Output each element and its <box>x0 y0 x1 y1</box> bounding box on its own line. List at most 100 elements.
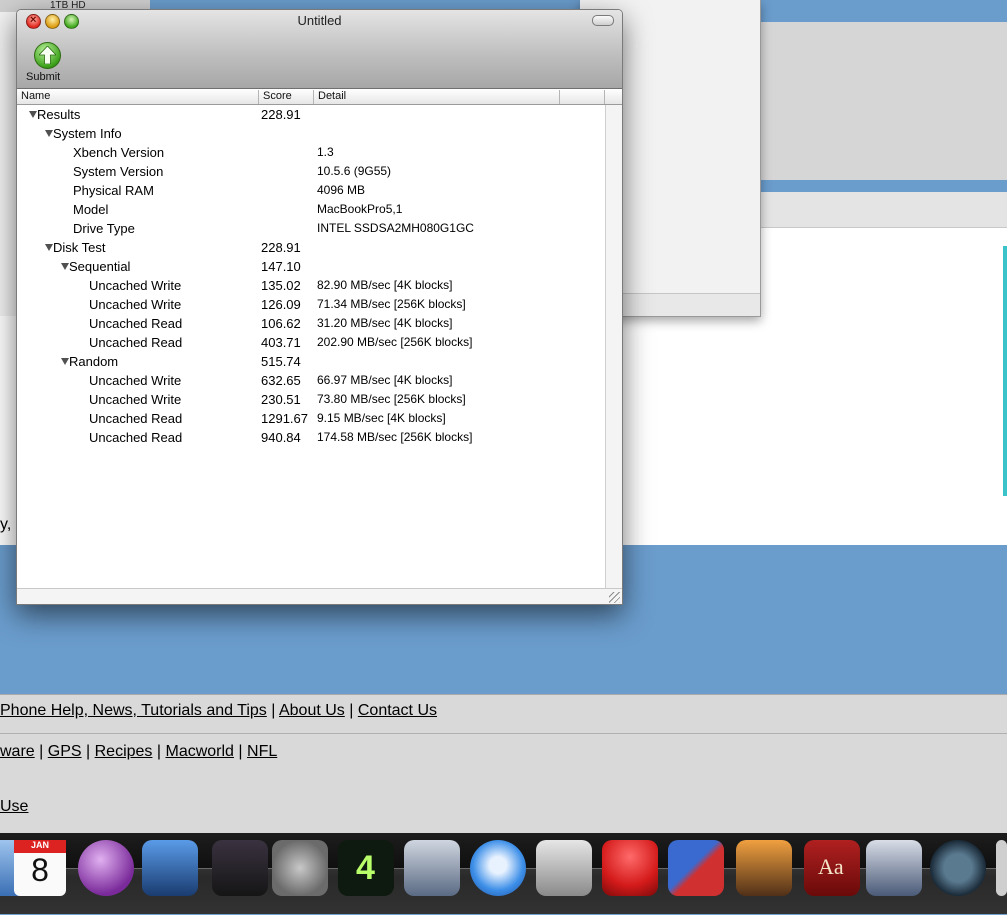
row-score: 515.74 <box>261 354 301 369</box>
window-title: Untitled <box>297 13 342 28</box>
time-machine-icon[interactable] <box>930 840 986 896</box>
footer-link-macworld[interactable]: Macworld <box>165 743 233 760</box>
background-ad-edge <box>1003 246 1007 496</box>
results-row[interactable]: Model MacBookPro5,1 <box>17 200 605 219</box>
script-editor-icon[interactable] <box>536 840 592 896</box>
system-preferences-icon[interactable] <box>272 840 328 896</box>
results-row[interactable]: Random 515.74 <box>17 352 605 371</box>
row-name: Model <box>73 202 109 217</box>
results-outline-view: Results 228.91 System Info Xbench Version 1.… <box>17 105 605 588</box>
results-row[interactable]: System Version 10.5.6 (9G55) <box>17 162 605 181</box>
row-name: Random <box>69 354 119 369</box>
footer-separator: | <box>238 743 243 760</box>
results-row[interactable]: Uncached Read 403.71 202.90 MB/sec [256K b… <box>17 333 605 352</box>
footer-link-about-us[interactable]: About Us <box>279 702 345 719</box>
results-row[interactable]: Uncached Read 940.84 174.58 MB/sec [256K b… <box>17 428 605 447</box>
row-detail: 82.90 MB/sec [4K blocks] <box>317 278 453 292</box>
calendar-day: 8 <box>31 852 49 888</box>
row-detail: 1.3 <box>317 145 334 159</box>
column-header-score[interactable]: Score <box>259 90 314 104</box>
results-row[interactable]: Uncached Write 126.09 71.34 MB/sec [256K b… <box>17 295 605 314</box>
results-row[interactable]: Uncached Write 632.65 66.97 MB/sec [4K blo… <box>17 371 605 390</box>
preview-icon[interactable] <box>142 840 198 896</box>
row-score: 228.91 <box>261 240 301 255</box>
app-4-glyph: 4 <box>356 849 375 887</box>
row-name: Uncached Read <box>89 411 183 426</box>
dock-stack-icon[interactable] <box>996 840 1007 896</box>
submit-label[interactable]: Submit <box>26 71 60 83</box>
results-row[interactable]: Uncached Write 135.02 82.90 MB/sec [4K blo… <box>17 276 605 295</box>
disclosure-triangle-icon[interactable] <box>29 111 37 118</box>
footer-link-ware[interactable]: ware <box>0 743 35 760</box>
row-score: 228.91 <box>261 107 301 122</box>
footer-link-nfl[interactable]: NFL <box>247 743 277 760</box>
horizontal-scrollbar[interactable] <box>17 588 622 604</box>
row-detail: 71.34 MB/sec [256K blocks] <box>317 297 466 311</box>
photo-booth-icon[interactable] <box>212 840 268 896</box>
column-header-detail[interactable]: Detail <box>314 90 560 104</box>
row-detail: 202.90 MB/sec [256K blocks] <box>317 335 473 349</box>
up-arrow-icon <box>39 46 56 64</box>
footer-separator: | <box>349 702 354 719</box>
disclosure-triangle-icon[interactable] <box>45 130 53 137</box>
results-row[interactable]: Xbench Version 1.3 <box>17 143 605 162</box>
row-name: Uncached Read <box>89 335 183 350</box>
results-row[interactable]: Uncached Write 230.51 73.80 MB/sec [256K b… <box>17 390 605 409</box>
iphoto-icon[interactable] <box>404 840 460 896</box>
footer-separator: | <box>156 743 162 760</box>
window-titlebar[interactable]: × Untitled Submit <box>17 10 622 89</box>
row-name: Drive Type <box>73 221 135 236</box>
row-name: Uncached Write <box>89 392 182 407</box>
column-header-name[interactable]: Name <box>17 90 259 104</box>
resize-grip-icon[interactable] <box>609 592 620 603</box>
vertical-scrollbar[interactable] <box>605 105 622 588</box>
app-4-icon[interactable]: 4 <box>338 840 394 896</box>
row-detail: 73.80 MB/sec [256K blocks] <box>317 392 466 406</box>
row-name: Uncached Read <box>89 316 183 331</box>
row-name: Results <box>37 107 81 122</box>
row-score: 106.62 <box>261 316 301 331</box>
ical-icon[interactable]: JAN 8 <box>14 840 66 896</box>
row-name: Uncached Read <box>89 430 183 445</box>
disclosure-triangle-icon[interactable] <box>61 263 69 270</box>
row-detail: 4096 MB <box>317 183 366 197</box>
row-score: 1291.67 <box>261 411 308 426</box>
row-score: 940.84 <box>261 430 301 445</box>
footer-divider <box>0 733 1007 734</box>
footer-links-row-3: Use <box>0 798 28 816</box>
magnet-icon[interactable] <box>602 840 658 896</box>
row-detail: 174.58 MB/sec [256K blocks] <box>317 430 473 444</box>
row-name: Disk Test <box>53 240 106 255</box>
row-score: 403.71 <box>261 335 301 350</box>
results-row[interactable]: Uncached Read 106.62 31.20 MB/sec [4K bloc… <box>17 314 605 333</box>
row-score: 126.09 <box>261 297 301 312</box>
footer-link-contact-us[interactable]: Contact Us <box>358 702 437 719</box>
row-name: Sequential <box>69 259 131 274</box>
footer-link-gps[interactable]: GPS <box>48 743 82 760</box>
footer-link-recipes[interactable]: Recipes <box>95 743 153 760</box>
disclosure-triangle-icon[interactable] <box>45 244 53 251</box>
results-row[interactable]: Results 228.91 <box>17 105 605 124</box>
vmware-icon[interactable] <box>668 840 724 896</box>
results-row[interactable]: System Info <box>17 124 605 143</box>
spaces-icon[interactable] <box>866 840 922 896</box>
results-row[interactable]: Sequential 147.10 <box>17 257 605 276</box>
toolbar-toggle-button[interactable] <box>592 15 614 26</box>
footer-link-iphone-help[interactable]: Phone Help, News, Tutorials and Tips <box>0 702 267 719</box>
disclosure-triangle-icon[interactable] <box>61 358 69 365</box>
itunes-icon[interactable] <box>470 840 526 896</box>
results-row[interactable]: Disk Test 228.91 <box>17 238 605 257</box>
submit-button[interactable] <box>34 42 61 69</box>
results-row[interactable]: Drive Type INTEL SSDSA2MH080G1GC <box>17 219 605 238</box>
row-name: Uncached Write <box>89 297 182 312</box>
dictionary-icon[interactable]: Aa <box>804 840 860 896</box>
image-capture-icon[interactable] <box>736 840 792 896</box>
results-row[interactable]: Physical RAM 4096 MB <box>17 181 605 200</box>
footer-link-terms-of-use[interactable]: Use <box>0 798 28 815</box>
xbench-results-window: × Untitled Submit Name Score Detail Resu… <box>16 9 623 605</box>
footer-separator: | <box>86 743 91 760</box>
row-detail: 9.15 MB/sec [4K blocks] <box>317 411 446 425</box>
results-row[interactable]: Uncached Read 1291.67 9.15 MB/sec [4K bloc… <box>17 409 605 428</box>
dictionary-glyph: Aa <box>818 854 844 879</box>
adium-icon[interactable] <box>78 840 134 896</box>
